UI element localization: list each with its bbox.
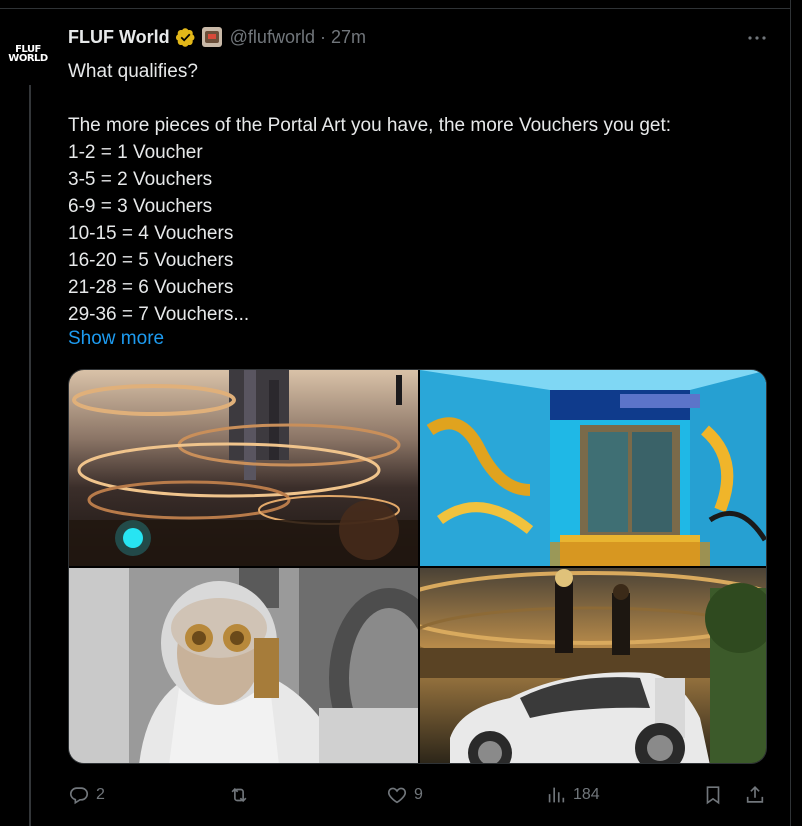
timeline-border bbox=[790, 0, 791, 826]
show-more-link[interactable]: Show more bbox=[68, 325, 164, 352]
affiliate-badge-icon[interactable] bbox=[201, 27, 222, 47]
views-icon bbox=[548, 787, 565, 803]
share-icon bbox=[746, 786, 764, 803]
like-count: 9 bbox=[414, 786, 423, 803]
reply-icon bbox=[69, 787, 89, 805]
media-image-1-art bbox=[69, 370, 418, 566]
action-bar: 2 9 184 bbox=[68, 780, 768, 810]
tweet-header: FLUF World @flufworld · 27m bbox=[68, 26, 366, 48]
separator-dot: · bbox=[319, 26, 326, 47]
like-icon bbox=[387, 787, 407, 804]
media-image-2-art bbox=[420, 370, 766, 566]
avatar-logo-line-2: WORLD bbox=[8, 53, 48, 64]
media-image-1[interactable] bbox=[69, 370, 418, 566]
timestamp[interactable]: 27m bbox=[331, 27, 366, 48]
tweet-text: What qualifies? The more pieces of the P… bbox=[68, 58, 768, 328]
tweet-text-line: 6-9 = 3 Vouchers bbox=[68, 196, 213, 217]
views-count: 184 bbox=[573, 786, 600, 803]
tweet-text-line: 21-28 = 6 Vouchers bbox=[68, 277, 234, 298]
like-button[interactable]: 9 bbox=[386, 780, 423, 810]
tweet-text-line: 10-15 = 4 Vouchers bbox=[68, 223, 234, 244]
media-image-2[interactable] bbox=[420, 370, 766, 566]
media-image-3[interactable] bbox=[69, 568, 418, 763]
tweet-text-line: 1-2 = 1 Voucher bbox=[68, 142, 203, 163]
bookmark-icon bbox=[706, 786, 720, 805]
reply-button[interactable]: 2 bbox=[68, 780, 105, 810]
tweet-text-line: 3-5 = 2 Vouchers bbox=[68, 169, 213, 190]
top-divider bbox=[0, 8, 790, 9]
media-grid bbox=[68, 369, 767, 764]
media-image-3-art bbox=[69, 568, 418, 763]
more-icon bbox=[748, 36, 766, 40]
retweet-icon bbox=[231, 787, 247, 803]
share-button[interactable] bbox=[744, 780, 766, 810]
thread-connector-line bbox=[29, 85, 31, 826]
reply-count: 2 bbox=[96, 786, 105, 803]
more-options-button[interactable] bbox=[740, 28, 774, 48]
avatar[interactable]: FLUF WORLD bbox=[8, 34, 48, 74]
bookmark-button[interactable] bbox=[702, 780, 724, 810]
tweet-text-line: 16-20 = 5 Vouchers bbox=[68, 250, 234, 271]
tweet-text-line: The more pieces of the Portal Art you ha… bbox=[68, 115, 672, 136]
views-button[interactable]: 184 bbox=[545, 780, 600, 810]
tweet-text-line: 29-36 = 7 Vouchers... bbox=[68, 304, 250, 325]
author-name[interactable]: FLUF World bbox=[68, 27, 170, 48]
tweet-text-line bbox=[68, 85, 768, 112]
author-handle[interactable]: @flufworld bbox=[230, 27, 315, 48]
tweet-text-line: What qualifies? bbox=[68, 61, 198, 82]
retweet-button[interactable] bbox=[228, 780, 256, 810]
verified-badge-icon[interactable] bbox=[175, 27, 196, 48]
media-image-4[interactable] bbox=[420, 568, 766, 763]
media-image-4-art bbox=[420, 568, 766, 763]
